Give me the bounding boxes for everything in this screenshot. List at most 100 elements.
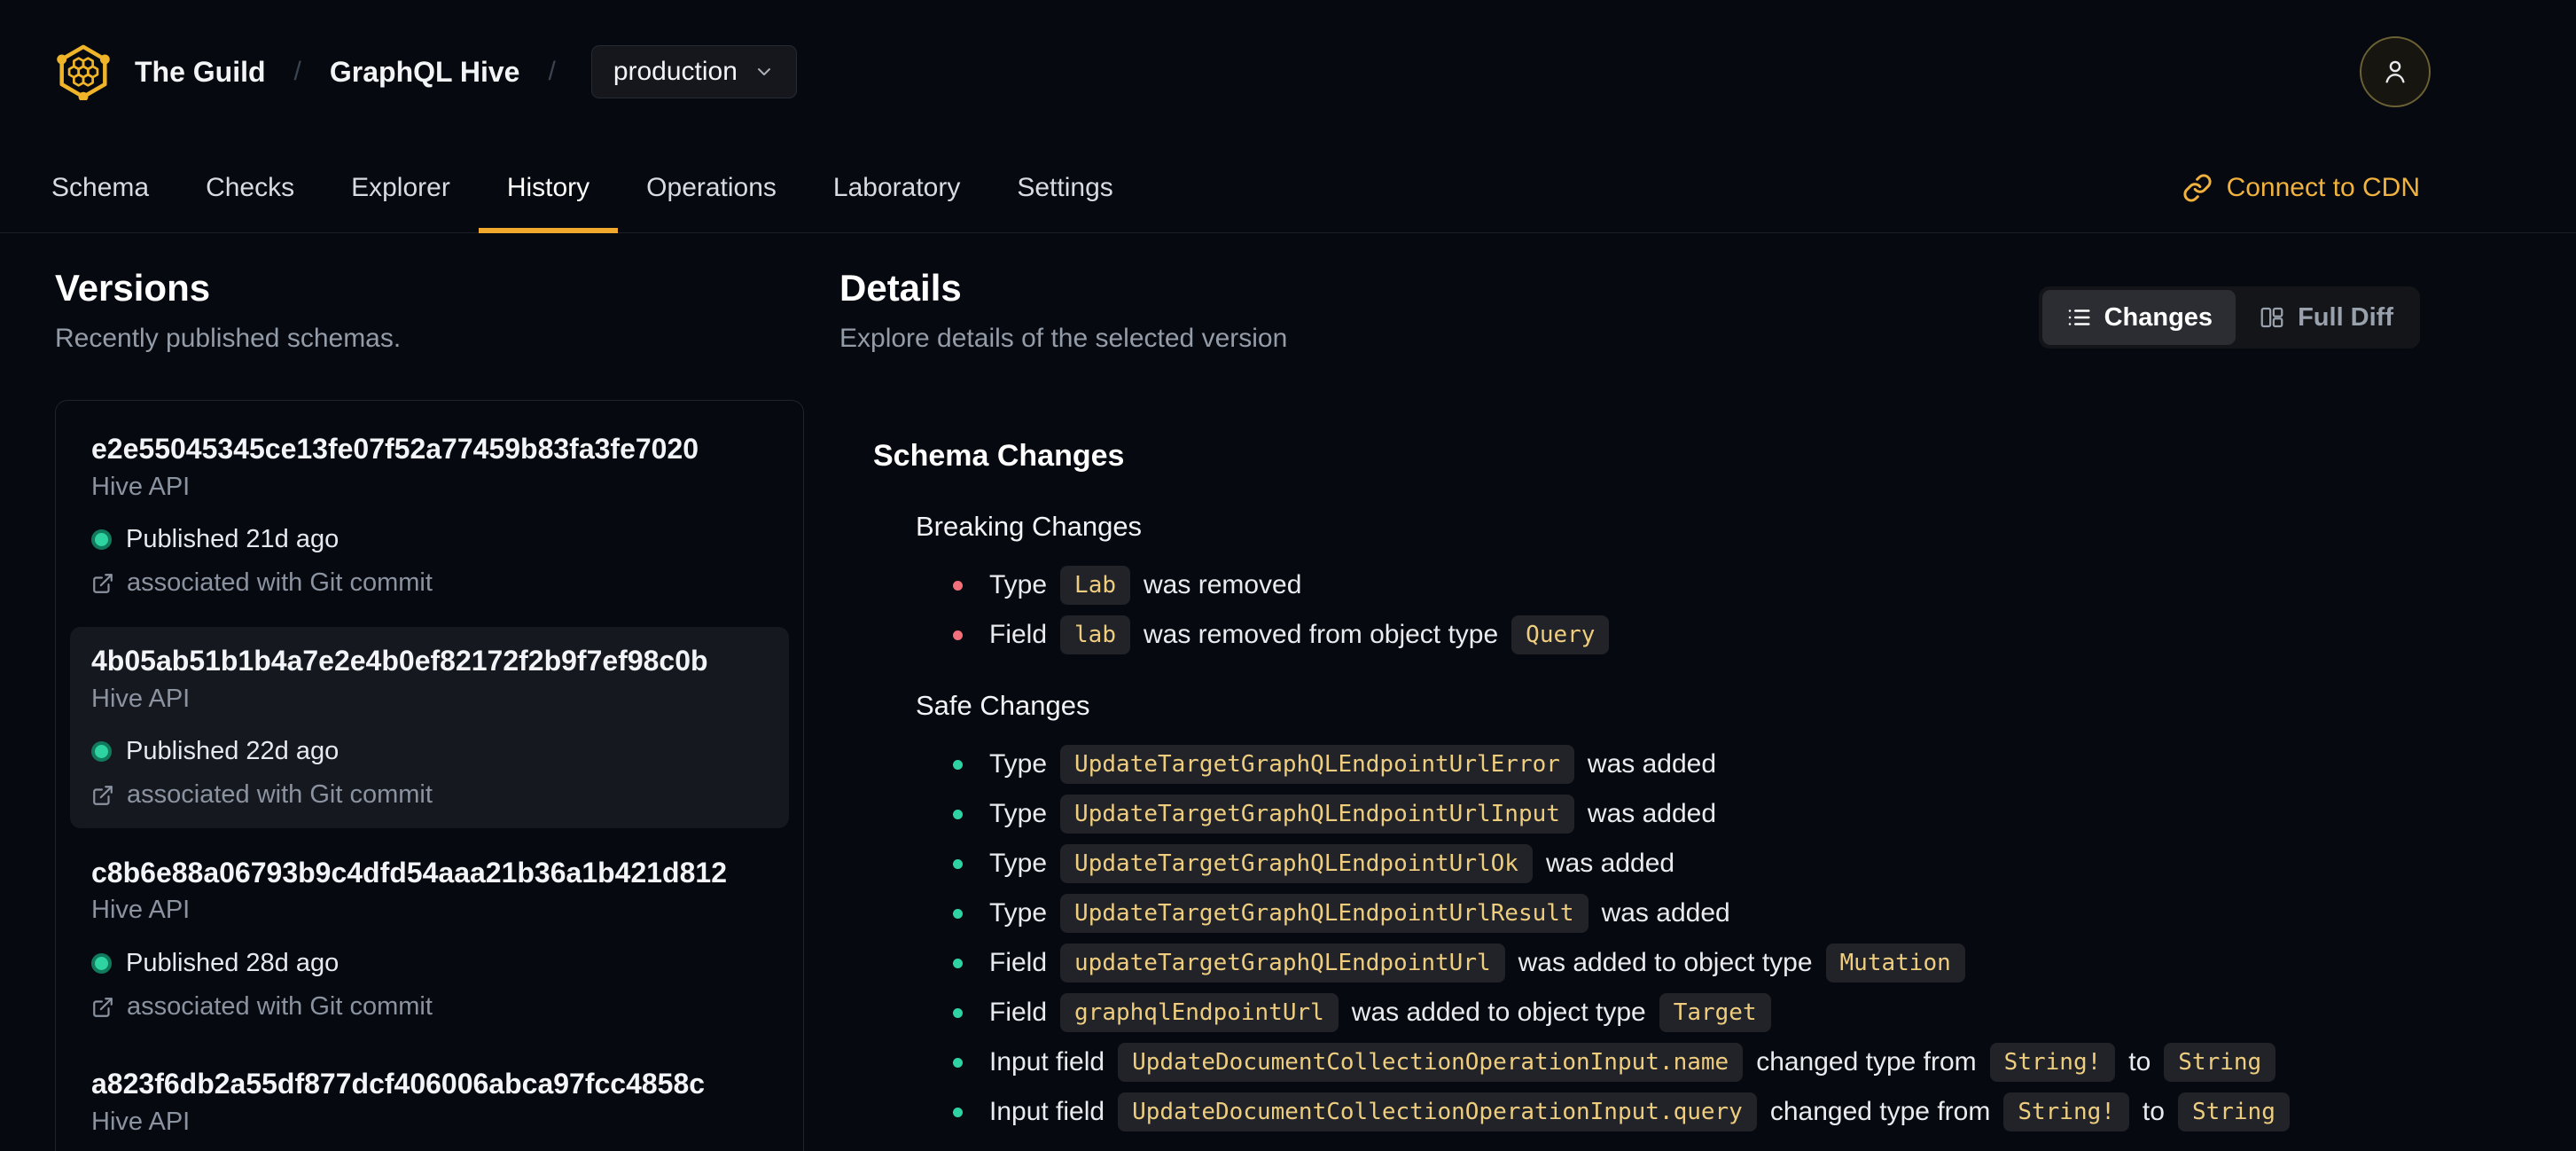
change-bullet: [953, 858, 963, 869]
change-bullet: [953, 1107, 963, 1117]
list-icon: [2065, 304, 2092, 331]
version-list-item[interactable]: e2e55045345ce13fe07f52a77459b83fa3fe7020…: [70, 415, 789, 616]
change-text: was added to object type: [1351, 998, 1646, 1027]
schema-changes-sections: Breaking Changes Type Lab was removed Fiel…: [873, 511, 2420, 1137]
schema-change-item: Field lab was removed from object type Quer…: [953, 610, 2420, 660]
user-menu-button[interactable]: [2360, 36, 2431, 107]
changes-section-title: Breaking Changes: [916, 511, 1143, 542]
change-text: was added to object type: [1518, 948, 1813, 977]
change-text: to: [2142, 1097, 2165, 1126]
tab-schema[interactable]: Schema: [23, 144, 177, 232]
change-bullet: [953, 1007, 963, 1018]
change-text: Field: [989, 620, 1048, 649]
versions-subtitle: Recently published schemas.: [55, 324, 402, 353]
version-status-row: Published 28d ago: [91, 949, 768, 978]
change-bullet: [953, 580, 963, 591]
full-diff-view-button[interactable]: Full Diff: [2236, 290, 2416, 345]
full-diff-view-label: Full Diff: [2298, 302, 2393, 332]
tab-explorer[interactable]: Explorer: [323, 144, 479, 232]
connect-to-cdn-button[interactable]: Connect to CDN: [2182, 144, 2420, 232]
schema-change-item: Field updateTargetGraphQLEndpointUrl was a…: [953, 938, 2420, 988]
code-chip: String: [2177, 1092, 2290, 1131]
change-text: was added: [1587, 799, 1717, 828]
change-bullet: [953, 958, 963, 968]
git-commit-label: associated with Git commit: [127, 568, 433, 598]
code-chip: graphqlEndpointUrl: [1060, 993, 1339, 1032]
change-text: Field: [989, 998, 1048, 1027]
changes-view-button[interactable]: Changes: [2041, 290, 2236, 345]
external-link-icon: [91, 784, 114, 807]
code-chip: Lab: [1060, 566, 1131, 605]
change-text: was added: [1545, 849, 1675, 878]
schema-change-item: Type UpdateTargetGraphQLEndpointUrlResult…: [953, 889, 2420, 938]
code-chip: lab: [1060, 615, 1130, 654]
version-hash: c8b6e88a06793b9c4dfd54aaa21b36a1b421d812: [91, 856, 727, 889]
change-text: Type: [989, 570, 1048, 599]
changes-section-title: Safe Changes: [916, 690, 1090, 721]
version-service-name: Hive API: [91, 684, 191, 713]
published-status-dot: [91, 741, 112, 763]
chevron-down-icon: [753, 61, 775, 82]
change-text: to: [2128, 1047, 2151, 1077]
external-link-icon: [91, 572, 114, 595]
change-bullet: [953, 809, 963, 819]
change-text: Type: [989, 799, 1048, 828]
schema-change-item: Field graphqlEndpointUrl was added to obje…: [953, 988, 2420, 1037]
published-label: Published 21d ago: [126, 525, 340, 554]
breadcrumb-org[interactable]: The Guild: [135, 56, 266, 89]
target-selector[interactable]: production: [590, 45, 797, 98]
version-hash: e2e55045345ce13fe07f52a77459b83fa3fe7020: [91, 433, 699, 465]
versions-title: Versions: [55, 267, 211, 309]
change-text: changed type from: [1756, 1047, 1977, 1077]
change-bullet: [953, 1057, 963, 1068]
version-service-name: Hive API: [91, 896, 191, 925]
published-label: Published 22d ago: [126, 736, 340, 765]
version-status-row: Published 21d ago: [91, 525, 768, 554]
git-commit-link[interactable]: associated with Git commit: [91, 568, 768, 598]
link-icon: [2182, 173, 2213, 203]
code-chip: UpdateDocumentCollectionOperationInput.n…: [1118, 1043, 1744, 1082]
version-service-name: Hive API: [91, 472, 191, 501]
git-commit-label: associated with Git commit: [127, 992, 433, 1022]
schema-change-item: Type UpdateTargetGraphQLEndpointUrlError w…: [953, 740, 2420, 789]
changes-list: Type Lab was removed Field lab was removed f…: [916, 560, 2420, 660]
schema-change-item: Input field UpdateDocumentCollectionOpera…: [953, 1037, 2420, 1087]
git-commit-link[interactable]: associated with Git commit: [91, 780, 768, 810]
hive-logo-icon[interactable]: [55, 43, 112, 100]
git-commit-link[interactable]: associated with Git commit: [91, 992, 768, 1022]
code-chip: String!: [1989, 1043, 2116, 1082]
code-chip: UpdateTargetGraphQLEndpointUrlError: [1060, 745, 1574, 784]
code-chip: UpdateTargetGraphQLEndpointUrlResult: [1060, 894, 1589, 933]
details-header-text: Details Explore details of the selected …: [839, 233, 1287, 354]
tab-laboratory[interactable]: Laboratory: [805, 144, 988, 232]
version-list-item[interactable]: a823f6db2a55df877dcf406006abca97fcc4858c…: [70, 1050, 789, 1151]
change-text: was removed from object type: [1144, 620, 1499, 649]
change-text: Type: [989, 898, 1048, 928]
breadcrumb-separator: /: [293, 57, 301, 86]
schema-change-item: Type UpdateTargetGraphQLEndpointUrlInput w…: [953, 789, 2420, 839]
schema-change-item: Type UpdateTargetGraphQLEndpointUrlOk was …: [953, 839, 2420, 889]
columns-icon: [2259, 304, 2285, 331]
tab-operations[interactable]: Operations: [618, 144, 805, 232]
version-list-item[interactable]: 4b05ab51b1b4a7e2e4b0ef82172f2b9f7ef98c0b…: [70, 626, 789, 828]
code-chip: updateTargetGraphQLEndpointUrl: [1060, 944, 1505, 983]
code-chip: UpdateTargetGraphQLEndpointUrlOk: [1060, 844, 1533, 883]
breadcrumb-separator: /: [548, 57, 556, 86]
tab-checks[interactable]: Checks: [177, 144, 323, 232]
top-bar: The Guild / GraphQL Hive / production: [0, 0, 2576, 144]
change-text: Input field: [989, 1097, 1105, 1126]
schema-change-item: Type Lab was removed: [953, 560, 2420, 610]
breadcrumb-project[interactable]: GraphQL Hive: [330, 56, 520, 89]
code-chip: UpdateTargetGraphQLEndpointUrlInput: [1060, 795, 1574, 834]
schema-changes-block: Schema Changes Breaking Changes Type Lab w…: [839, 439, 2420, 1137]
code-chip: Target: [1659, 993, 1771, 1032]
tab-history[interactable]: History: [478, 144, 619, 233]
target-nav-tabs: Schema Checks Explorer History Operations Lab…: [0, 144, 2576, 233]
user-icon: [2379, 56, 2411, 88]
changes-section: Breaking Changes Type Lab was removed Fiel…: [873, 511, 2420, 660]
version-list-item[interactable]: c8b6e88a06793b9c4dfd54aaa21b36a1b421d812…: [70, 839, 789, 1040]
change-text: was added: [1601, 898, 1730, 928]
version-status-row: Published 22d ago: [91, 737, 768, 766]
tab-settings[interactable]: Settings: [988, 144, 1141, 232]
connect-to-cdn-label: Connect to CDN: [2226, 173, 2420, 202]
